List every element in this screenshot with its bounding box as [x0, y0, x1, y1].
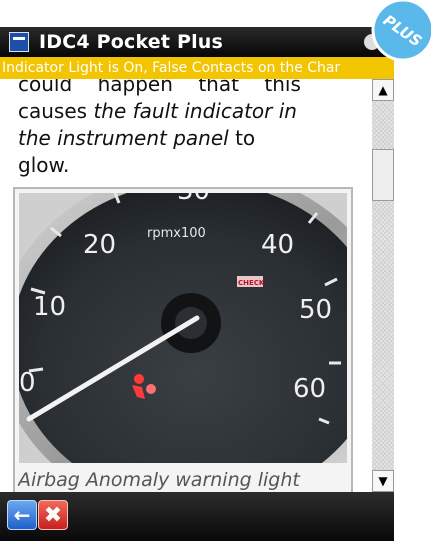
vertical-scrollbar[interactable]: ▲ ▼: [372, 79, 394, 492]
topic-marquee: Indicator Light is On, False Contacts on…: [0, 57, 394, 79]
article-paragraph: could happen that this causes the fault …: [18, 79, 366, 179]
gauge-unit-label: rpmx100: [147, 226, 206, 241]
scroll-up-icon: ▲: [378, 83, 388, 97]
scroll-thumb[interactable]: [372, 149, 394, 201]
gauge-tick-label: 20: [83, 230, 116, 260]
gauge-tick-label: 40: [261, 230, 294, 260]
italic-span: the fault indicator in: [93, 99, 297, 123]
gauge-tick-label: 60: [293, 374, 326, 404]
check-warning-label: CHECK: [238, 279, 265, 287]
scroll-down-icon: ▼: [378, 474, 388, 488]
gauge-tick-label: 0: [19, 368, 36, 398]
paragraph-line-3: the instrument panel to: [18, 125, 366, 152]
paragraph-line-2: causes the fault indicator in: [18, 98, 366, 125]
app-logo-icon: [9, 32, 29, 52]
plus-badge: PLUS: [371, 0, 431, 62]
paragraph-line-4: glow.: [18, 153, 70, 177]
gauge-tick-label: 50: [299, 295, 332, 325]
content-pane[interactable]: could happen that this causes the fault …: [0, 79, 372, 492]
gauge-tick-label: 30: [177, 193, 210, 206]
app-window: IDC4 Pocket Plus Indicator Light is On, …: [0, 0, 394, 541]
close-button[interactable]: ✖: [38, 500, 68, 530]
figure: 0 10 20 30 40 50 60 rpmx100 CHECK: [13, 187, 353, 492]
marquee-text: Indicator Light is On, False Contacts on…: [2, 60, 341, 76]
scroll-up-button[interactable]: ▲: [372, 79, 394, 101]
paragraph-line-1: could happen that this: [18, 79, 301, 96]
text-span: to: [228, 126, 256, 150]
app-title: IDC4 Pocket Plus: [39, 31, 224, 53]
back-button[interactable]: ←: [7, 500, 37, 530]
gauge-tick-label: 10: [33, 292, 66, 322]
scroll-down-button[interactable]: ▼: [372, 470, 394, 492]
title-bar: IDC4 Pocket Plus: [0, 27, 394, 57]
italic-span: the instrument panel: [18, 126, 229, 150]
close-x-icon: ✖: [43, 502, 63, 528]
figure-caption: Airbag Anomaly warning light: [18, 469, 300, 491]
text-span: causes: [18, 99, 94, 123]
tachometer-photo: 0 10 20 30 40 50 60 rpmx100 CHECK: [19, 193, 347, 463]
back-arrow-icon: ←: [13, 503, 31, 527]
bottom-toolbar: ← ✖: [0, 492, 394, 541]
